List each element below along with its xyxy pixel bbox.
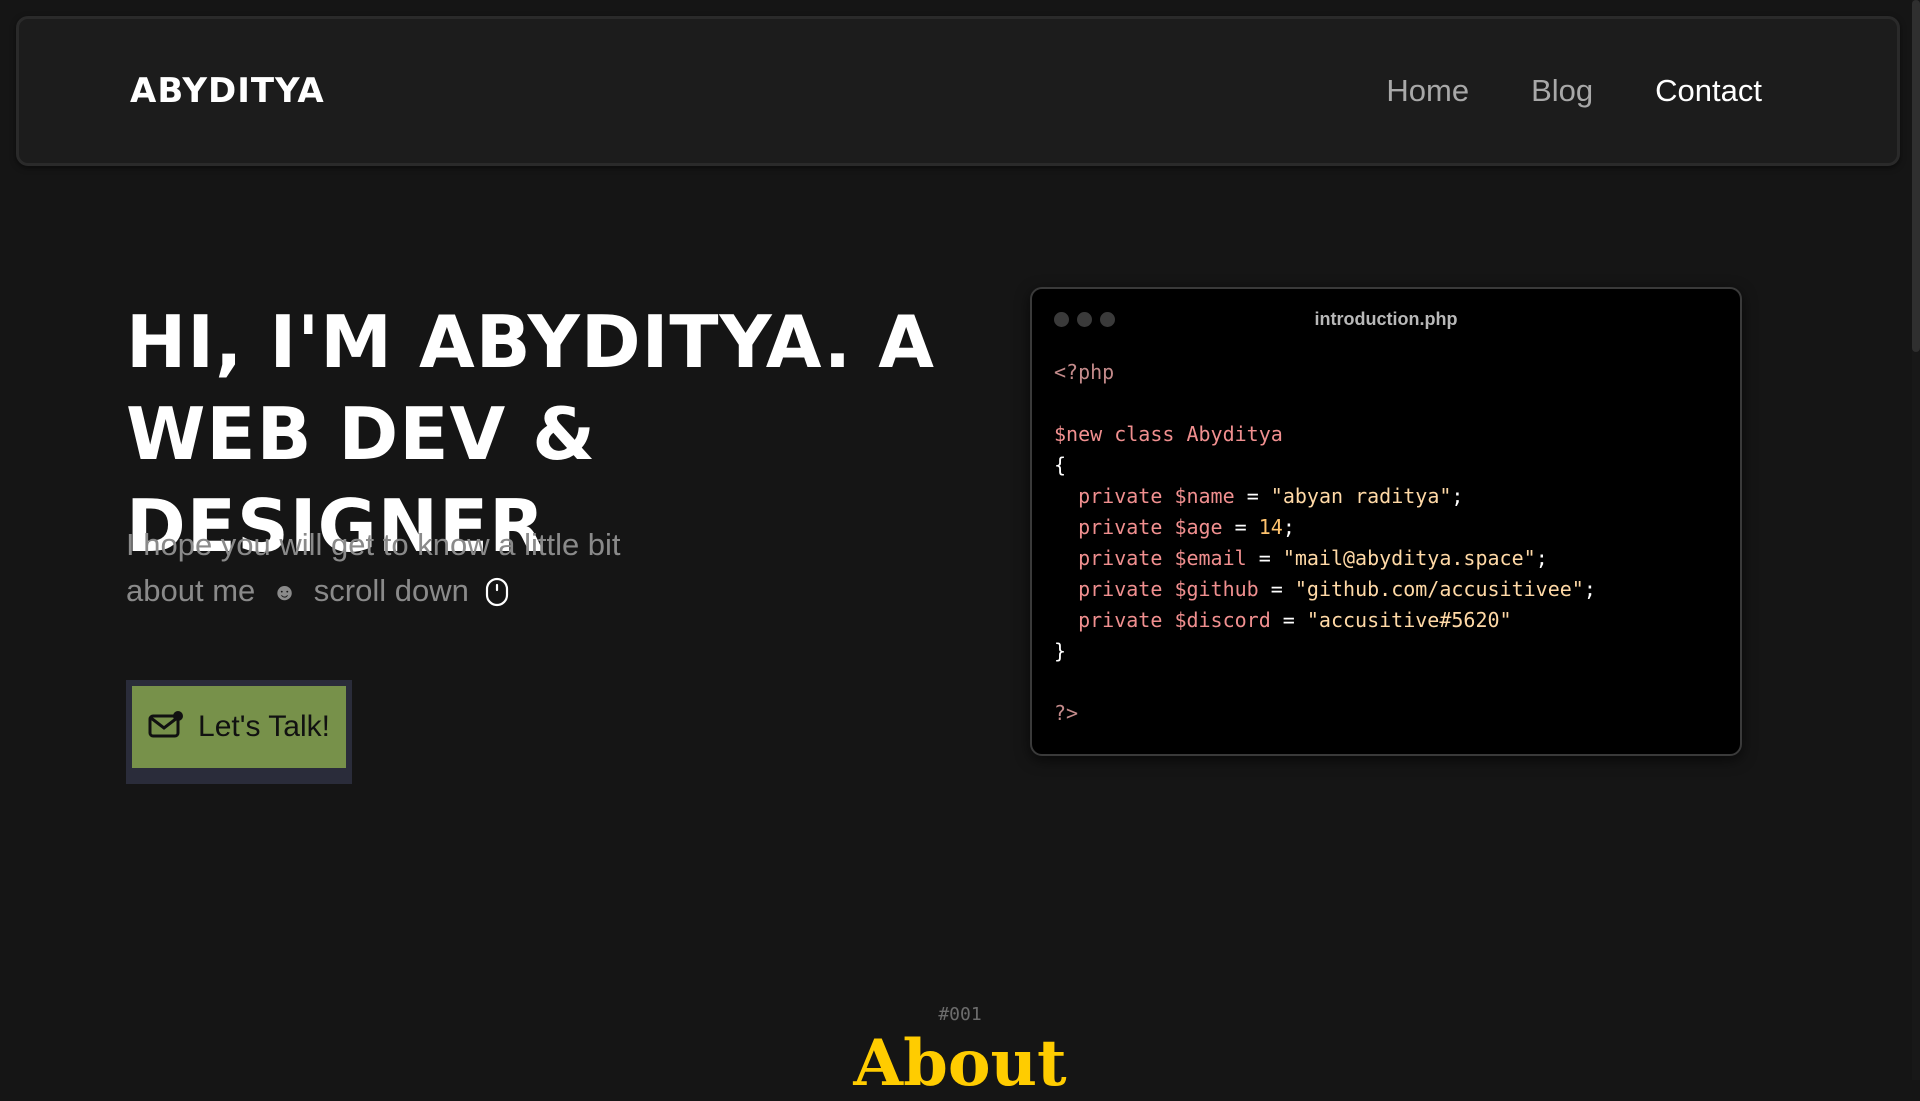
hero-subtitle-about-me: about me bbox=[126, 573, 256, 608]
nav-links: Home Blog Contact bbox=[1386, 73, 1762, 109]
about-section-title: About bbox=[853, 1026, 1067, 1101]
code-class-keyword: $new class bbox=[1054, 422, 1175, 446]
code-field-var: $name bbox=[1174, 484, 1235, 508]
mouse-scroll-icon bbox=[485, 574, 509, 620]
code-window: introduction.php <?php $new class Abydit… bbox=[1030, 287, 1742, 756]
code-field-keyword: private bbox=[1078, 515, 1163, 539]
lets-talk-label: Let's Talk! bbox=[198, 710, 330, 743]
code-field-value: "mail@abyditya.space" bbox=[1282, 546, 1536, 570]
hero-subtitle-line-1: I hope you will get to know a little bit bbox=[126, 527, 621, 562]
code-field-keyword: private bbox=[1078, 577, 1163, 601]
code-field-var: $github bbox=[1174, 577, 1259, 601]
code-field-end: ; bbox=[1535, 546, 1548, 570]
smile-icon: ☻ bbox=[271, 578, 298, 606]
code-field-value: "accusitive#5620" bbox=[1306, 608, 1512, 632]
lets-talk-button[interactable]: Let's Talk! bbox=[132, 686, 346, 768]
cta-shadow: Let's Talk! bbox=[126, 680, 352, 784]
code-brace-open: { bbox=[1054, 453, 1067, 477]
code-field-var: $discord bbox=[1174, 608, 1271, 632]
mail-icon bbox=[148, 710, 184, 744]
code-field-eq: = bbox=[1270, 608, 1307, 632]
nav-link-home[interactable]: Home bbox=[1386, 73, 1469, 109]
code-open-tag: <?php bbox=[1054, 360, 1115, 384]
code-field-eq: = bbox=[1258, 577, 1295, 601]
code-body: <?php $new class Abyditya { private $nam… bbox=[1054, 357, 1596, 729]
code-close-tag: ?> bbox=[1054, 701, 1079, 725]
code-field-eq: = bbox=[1222, 515, 1259, 539]
scrollbar-thumb[interactable] bbox=[1912, 0, 1920, 352]
about-section-number: #001 bbox=[938, 1004, 982, 1025]
site-logo[interactable]: ABYDITYA bbox=[130, 71, 325, 111]
code-field-value: "github.com/accusitivee" bbox=[1294, 577, 1584, 601]
code-field-end: ; bbox=[1583, 577, 1596, 601]
code-field-keyword: private bbox=[1078, 484, 1163, 508]
nav-link-contact[interactable]: Contact bbox=[1655, 73, 1762, 109]
code-filename: introduction.php bbox=[1314, 309, 1458, 329]
hero-subtitle: I hope you will get to know a little bit… bbox=[126, 522, 726, 620]
code-field-end: ; bbox=[1451, 484, 1464, 508]
code-field-keyword: private bbox=[1078, 608, 1163, 632]
code-brace-close: } bbox=[1054, 639, 1067, 663]
code-field-eq: = bbox=[1246, 546, 1283, 570]
code-class-name: Abyditya bbox=[1186, 422, 1283, 446]
code-field-var: $age bbox=[1174, 515, 1223, 539]
navbar: ABYDITYA Home Blog Contact bbox=[16, 16, 1900, 166]
hero-subtitle-scroll-down: scroll down bbox=[313, 573, 469, 608]
code-field-var: $email bbox=[1174, 546, 1247, 570]
nav-link-blog[interactable]: Blog bbox=[1531, 73, 1593, 109]
code-field-keyword: private bbox=[1078, 546, 1163, 570]
code-field-value: "abyan raditya" bbox=[1270, 484, 1452, 508]
hero-title-line-1: HI, I'M ABYDITYA. A bbox=[126, 300, 935, 384]
code-field-end: ; bbox=[1282, 515, 1295, 539]
code-field-value: 14 bbox=[1258, 515, 1283, 539]
code-field-eq: = bbox=[1234, 484, 1271, 508]
